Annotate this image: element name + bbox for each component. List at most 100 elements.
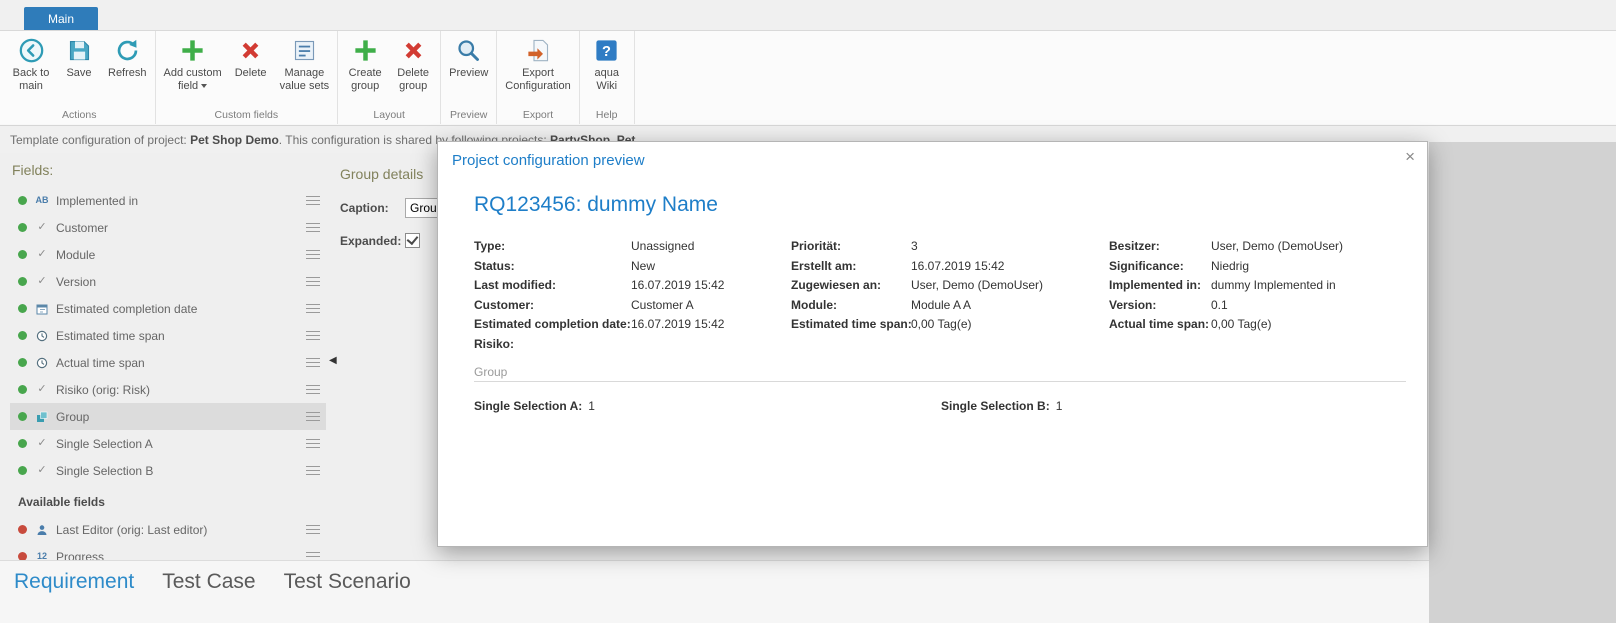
create-group-button[interactable]: Create group: [341, 32, 389, 93]
back-to-main-button[interactable]: Back to main: [7, 32, 55, 93]
bottom-tab-bar: Requirement Test Case Test Scenario: [0, 560, 1429, 623]
clock-icon: [34, 357, 50, 369]
modal-title: Project configuration preview: [452, 152, 645, 169]
status-dot-green-icon: [18, 385, 27, 394]
export-configuration-button[interactable]: Export Configuration: [500, 32, 575, 93]
field-label: Single Selection B: [56, 463, 154, 478]
field-value: 16.07.2019 15:42: [911, 258, 1005, 273]
field-label: Erstellt am:: [791, 258, 857, 273]
field-row[interactable]: Estimated time span: [10, 322, 326, 349]
field-row[interactable]: Estimated completion date: [10, 295, 326, 322]
preview-button[interactable]: Preview: [444, 32, 493, 80]
requirement-fields-grid: Type: Unassigned Priorität: 3 Besitzer: User,…: [474, 237, 1404, 354]
field-label: Last Editor (orig: Last editor): [56, 522, 208, 537]
field-row[interactable]: Last Editor (orig: Last editor): [10, 516, 326, 543]
caption-label: Caption:: [340, 201, 389, 215]
button-label: Add custom field: [163, 67, 222, 92]
drag-handle[interactable]: [306, 384, 320, 395]
close-icon[interactable]: ×: [1405, 148, 1415, 165]
aqua-wiki-button[interactable]: ? aqua Wiki: [583, 32, 631, 93]
drag-handle[interactable]: [306, 222, 320, 233]
group-section-divider: [474, 381, 1406, 382]
tab-main[interactable]: Main: [24, 7, 98, 30]
checkmark-icon: ✓: [37, 383, 47, 395]
delete-icon: [400, 37, 427, 64]
fields-panel-title: Fields:: [12, 162, 54, 178]
ribbon-group-layout: Create group Delete group Layout: [338, 31, 442, 124]
drag-handle[interactable]: [306, 357, 320, 368]
field-row[interactable]: ✓ Single Selection B: [10, 457, 326, 484]
tab-test-case[interactable]: Test Case: [162, 570, 255, 594]
ribbon-toolbar: Back to main Save Refresh Actions Add cu…: [0, 31, 1616, 124]
status-dot-red-icon: [18, 525, 27, 534]
field-row[interactable]: ✓ Customer: [10, 214, 326, 241]
dropdown-arrow-icon: [201, 84, 208, 89]
preview-icon: [455, 37, 482, 64]
person-icon: [34, 524, 50, 536]
drag-handle[interactable]: [306, 276, 320, 287]
button-label: Refresh: [108, 67, 147, 79]
field-value: [1211, 335, 1404, 355]
field-value: 0,00 Tag(e): [911, 317, 972, 331]
field-label: Group: [56, 409, 90, 424]
drag-handle[interactable]: [306, 330, 320, 341]
ribbon: Main Back to main Save Refresh Actions A…: [0, 0, 1616, 126]
field-value: 16.07.2019 15:42: [631, 278, 725, 292]
field-row[interactable]: AB Implemented in: [10, 187, 326, 214]
status-dot-green-icon: [18, 439, 27, 448]
delete-group-button[interactable]: Delete group: [389, 32, 437, 93]
field-label: Version:: [1109, 297, 1157, 312]
tab-test-scenario[interactable]: Test Scenario: [284, 570, 411, 594]
save-button[interactable]: Save: [55, 32, 103, 80]
field-label: Estimated completion date:: [474, 317, 631, 331]
drag-handle[interactable]: [306, 438, 320, 449]
wiki-icon: ?: [593, 37, 620, 64]
drag-handle[interactable]: [306, 195, 320, 206]
button-label: Manage value sets: [279, 67, 330, 92]
checkmark-icon: ✓: [37, 248, 47, 260]
drag-handle[interactable]: [306, 303, 320, 314]
field-value: Customer A: [631, 297, 694, 312]
field-label: Module: [56, 247, 96, 262]
field-row-group-selected[interactable]: Group: [10, 403, 326, 430]
button-label: Preview: [449, 67, 489, 79]
field-row[interactable]: Actual time span: [10, 349, 326, 376]
button-label: Save: [66, 67, 92, 79]
drag-handle[interactable]: [306, 524, 320, 535]
tab-requirement[interactable]: Requirement: [14, 570, 134, 594]
field-label: Single Selection A:: [474, 399, 583, 413]
drag-handle[interactable]: [306, 411, 320, 422]
group-icon: [34, 411, 50, 423]
field-label: Priorität:: [791, 239, 842, 253]
field-row[interactable]: ✓ Module: [10, 241, 326, 268]
field-row[interactable]: ✓ Risiko (orig: Risk): [10, 376, 326, 403]
collapse-panel-arrow-icon[interactable]: ◀: [329, 356, 337, 366]
checkmark-icon: ✓: [37, 221, 47, 233]
field-row[interactable]: ✓ Single Selection A: [10, 430, 326, 457]
refresh-button[interactable]: Refresh: [103, 32, 152, 80]
field-label: Single Selection B:: [941, 399, 1050, 413]
button-label: Delete group: [397, 67, 430, 92]
drag-handle[interactable]: [306, 249, 320, 260]
ribbon-group-label: Help: [595, 109, 618, 121]
back-icon: [18, 37, 45, 64]
field-label: Significance:: [1109, 258, 1184, 273]
field-value: 0,00 Tag(e): [1211, 317, 1272, 331]
status-dot-green-icon: [18, 250, 27, 259]
drag-handle[interactable]: [306, 465, 320, 476]
expanded-checkbox[interactable]: [405, 233, 420, 248]
field-label: [791, 335, 911, 355]
fields-panel: Fields: AB Implemented in ✓ Customer ✓ M…: [10, 162, 326, 570]
status-dot-green-icon: [18, 304, 27, 313]
export-icon: [525, 37, 552, 64]
manage-value-sets-button[interactable]: Manage value sets: [275, 32, 335, 93]
text-field-icon: AB: [35, 195, 49, 205]
field-value: 1: [1055, 399, 1063, 413]
add-custom-field-button[interactable]: Add custom field: [159, 32, 227, 93]
field-value: [911, 335, 1109, 355]
project-name: Pet Shop Demo: [190, 132, 279, 147]
field-row[interactable]: ✓ Version: [10, 268, 326, 295]
ribbon-group-actions: Back to main Save Refresh Actions: [4, 31, 156, 124]
delete-field-button[interactable]: Delete: [227, 32, 275, 80]
field-label: Risiko:: [474, 336, 515, 351]
